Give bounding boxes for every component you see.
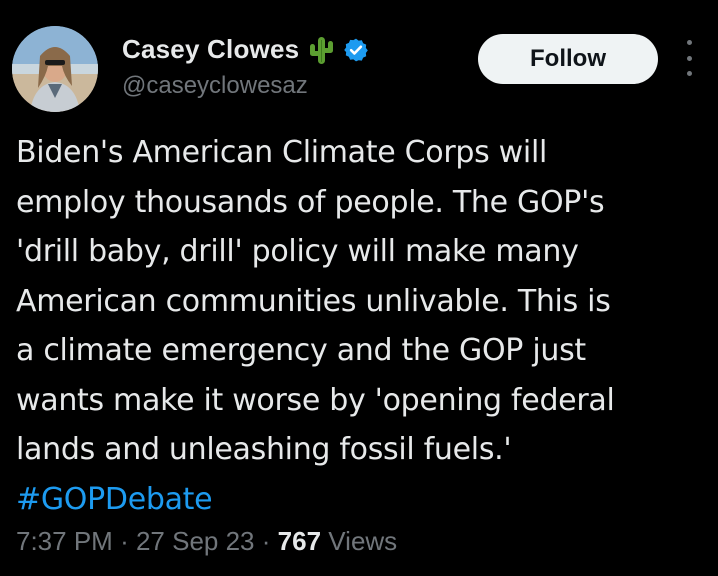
more-vertical-icon[interactable]	[680, 40, 698, 76]
views-count[interactable]: 767	[278, 526, 321, 556]
more-dot	[686, 40, 692, 45]
meta-separator: ·	[261, 526, 271, 556]
meta-separator: ·	[120, 526, 129, 556]
hashtag-link[interactable]: #GOPDebate	[16, 475, 712, 525]
more-dot	[686, 71, 692, 76]
follow-button[interactable]: Follow	[478, 34, 658, 84]
tweet-meta: 7:37 PM · 27 Sep 23 · 767 Views	[16, 526, 397, 557]
tweet-line: employ thousands of people. The GOP's	[16, 184, 605, 220]
cactus-icon	[307, 35, 335, 65]
tweet-date[interactable]: 27 Sep 23	[136, 526, 255, 556]
author-name-row: Casey Clowes	[122, 34, 369, 65]
tweet-line: 'drill baby, drill' policy will make man…	[16, 234, 579, 269]
tweet-line: lands and unleashing fossil fuels.'	[16, 432, 512, 467]
author-display-name[interactable]: Casey Clowes	[122, 34, 299, 65]
avatar-photo	[12, 26, 98, 112]
tweet-time[interactable]: 7:37 PM	[16, 526, 113, 556]
avatar[interactable]	[12, 26, 98, 112]
tweet-line: wants make it worse by 'opening federal	[16, 382, 615, 418]
tweet-line: Biden's American Climate Corps will	[16, 135, 548, 170]
verified-badge-icon[interactable]	[343, 37, 369, 63]
views-label[interactable]: Views	[328, 526, 397, 556]
more-dot	[686, 55, 692, 61]
author-handle[interactable]: @caseyclowesaz	[122, 72, 308, 100]
tweet-line: a climate emergency and the GOP just	[16, 333, 586, 368]
tweet-line: American communities unlivable. This is	[16, 283, 611, 319]
tweet-text: Biden's American Climate Corps will empl…	[16, 128, 712, 524]
